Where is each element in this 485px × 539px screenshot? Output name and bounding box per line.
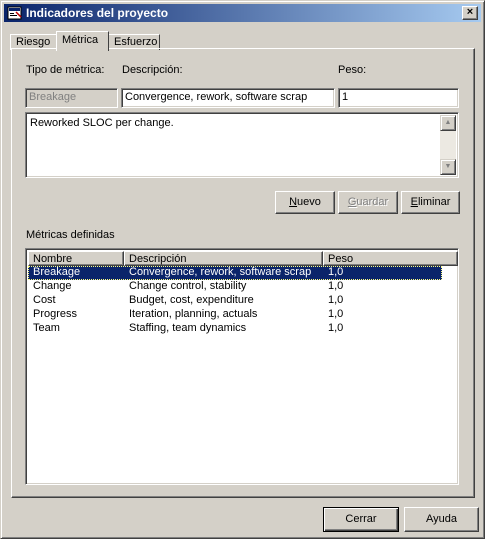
button-label: liminar (417, 196, 451, 208)
column-header-nombre[interactable]: Nombre (28, 251, 124, 266)
cell-nombre: Change (33, 280, 72, 292)
cell-nombre: Team (33, 322, 60, 334)
table-row[interactable]: Progress Iteration, planning, actuals 1,… (28, 308, 442, 322)
window-title: Indicadores del proyecto (26, 6, 169, 20)
list-label: Métricas definidas (26, 229, 115, 241)
cell-descripcion: Iteration, planning, actuals (129, 308, 258, 320)
cell-nombre: Cost (33, 294, 56, 306)
app-icon (7, 6, 22, 20)
close-icon: × (466, 6, 474, 18)
tab-label: Métrica (62, 34, 99, 46)
descripcion-field[interactable]: Convergence, rework, software scrap (121, 88, 335, 108)
ayuda-button[interactable]: Ayuda (404, 507, 479, 532)
tipo-label: Tipo de métrica: (26, 64, 105, 76)
guardar-button[interactable]: Guardar (338, 191, 398, 214)
table-row[interactable]: Cost Budget, cost, expenditure 1,0 (28, 294, 442, 308)
cell-descripcion: Change control, stability (129, 280, 247, 292)
table-row[interactable]: Breakage Convergence, rework, software s… (28, 266, 442, 280)
button-label: uevo (297, 196, 321, 208)
dialog-window: Indicadores del proyecto × Riesgo Métric… (0, 0, 485, 539)
nuevo-button[interactable]: Nuevo (275, 191, 335, 214)
cell-descripcion: Staffing, team dynamics (129, 322, 247, 334)
cerrar-button[interactable]: Cerrar (323, 507, 399, 532)
tab-label: Esfuerzo (114, 36, 158, 48)
cell-peso: 1,0 (328, 294, 344, 306)
descripcion-label: Descripción: (122, 64, 183, 76)
tab-metrica[interactable]: Métrica (56, 31, 109, 51)
cell-peso: 1,0 (328, 308, 344, 320)
cell-peso: 1,0 (328, 280, 344, 292)
cell-nombre: Progress (33, 308, 78, 320)
cell-nombre: Breakage (33, 266, 81, 278)
button-label: uardar (356, 196, 389, 208)
column-header-descripcion[interactable]: Descripción (124, 251, 323, 266)
column-header-peso[interactable]: Peso (323, 251, 458, 266)
cell-peso: 1,0 (328, 266, 344, 278)
cell-descripcion: Convergence, rework, software scrap (129, 266, 312, 278)
scroll-down-icon[interactable]: ▼ (440, 159, 456, 175)
metrics-listview[interactable]: Nombre Descripción Peso Breakage Converg… (25, 248, 459, 485)
accel-key: E (410, 196, 418, 208)
peso-field[interactable]: 1 (338, 88, 459, 108)
notes-text: Reworked SLOC per change. (30, 117, 174, 129)
table-row[interactable]: Team Staffing, team dynamics 1,0 (28, 322, 442, 336)
cell-peso: 1,0 (328, 322, 344, 334)
tab-label: Riesgo (16, 36, 51, 48)
cell-descripcion: Budget, cost, expenditure (129, 294, 254, 306)
close-button[interactable]: × (462, 6, 478, 20)
notes-textarea[interactable]: Reworked SLOC per change. ▲ ▼ (25, 112, 459, 178)
notes-scrollbar[interactable]: ▲ ▼ (440, 115, 456, 175)
eliminar-button[interactable]: Eliminar (401, 191, 460, 214)
table-row[interactable]: Change Change control, stability 1,0 (28, 280, 442, 294)
tipo-field: Breakage (25, 88, 118, 108)
title-bar[interactable]: Indicadores del proyecto × (4, 4, 481, 22)
scroll-up-icon[interactable]: ▲ (440, 115, 456, 131)
list-header: Nombre Descripción Peso (28, 251, 458, 266)
accel-key: N (289, 196, 298, 208)
peso-label: Peso: (338, 64, 367, 76)
